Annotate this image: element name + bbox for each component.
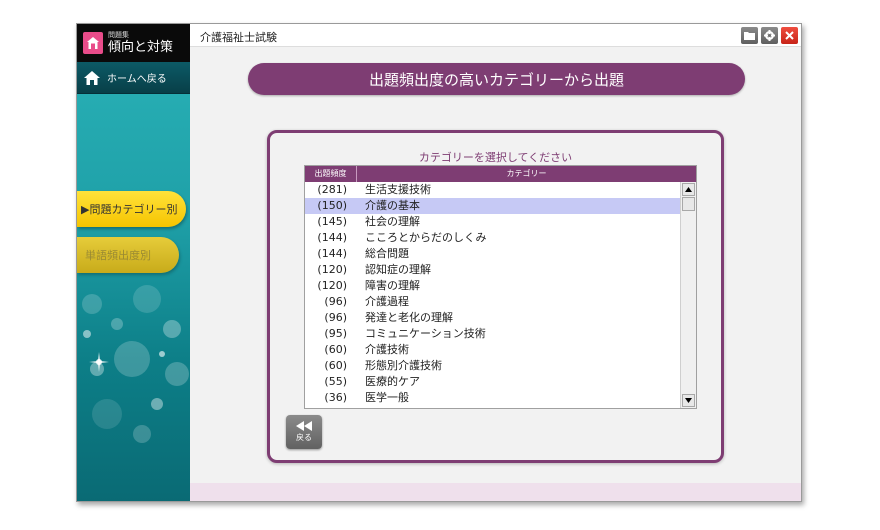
home-icon xyxy=(84,70,100,85)
list-item-category: 形態別介護技術 xyxy=(365,359,442,372)
app-logo: 問題集 傾向と対策 xyxy=(77,24,190,62)
list-item[interactable]: (96) 発達と老化の理解 xyxy=(305,310,681,326)
list-item-category: 認知症の理解 xyxy=(365,263,431,276)
bottom-strip xyxy=(190,483,801,501)
category-panel: カテゴリーを選択してください 出題頻度 カテゴリー (281) 生活支援技術 (15… xyxy=(267,130,724,463)
list-item-category: 総合問題 xyxy=(365,247,409,260)
list-item-frequency: (60) xyxy=(324,343,347,356)
list-item-frequency: (96) xyxy=(324,311,347,324)
list-item-frequency: (60) xyxy=(324,359,347,372)
list-item[interactable]: (60) 介護技術 xyxy=(305,342,681,358)
nav-category-button[interactable]: ▶問題カテゴリー別 xyxy=(77,191,186,227)
list-item[interactable]: (36) 医学一般 xyxy=(305,390,681,406)
logo-subtitle: 問題集 xyxy=(108,31,129,39)
list-item[interactable]: (144) こころとからだのしくみ xyxy=(305,230,681,246)
panel-title: カテゴリーを選択してください xyxy=(418,151,573,164)
list-item[interactable]: (144) 総合問題 xyxy=(305,246,681,262)
list-item-frequency: (96) xyxy=(324,295,347,308)
rewind-icon xyxy=(296,421,312,431)
list-item[interactable]: (150) 介護の基本 xyxy=(305,198,681,214)
logo-title: 傾向と対策 xyxy=(108,40,174,55)
list-item[interactable]: (281) 生活支援技術 xyxy=(305,182,681,198)
list-item-category: 社会の理解 xyxy=(365,215,420,228)
column-header-category[interactable]: カテゴリー xyxy=(357,166,696,182)
gear-icon xyxy=(764,30,775,41)
list-item[interactable]: (96) 介護過程 xyxy=(305,294,681,310)
title-bar: 介護福祉士試験 xyxy=(190,24,801,47)
list-item-frequency: (144) xyxy=(317,247,347,260)
list-item-frequency: (120) xyxy=(317,263,347,276)
list-item-category: 医療的ケア xyxy=(365,375,420,388)
list-item-frequency: (120) xyxy=(317,279,347,292)
scroll-thumb[interactable] xyxy=(682,197,695,211)
list-item-frequency: (144) xyxy=(317,231,347,244)
house-icon xyxy=(83,32,103,54)
home-button[interactable]: ホームへ戻る xyxy=(77,62,190,94)
settings-button[interactable] xyxy=(761,27,778,44)
list-item[interactable]: (55) 医療的ケア xyxy=(305,374,681,390)
list-item-category: コミュニケーション技術 xyxy=(365,327,486,340)
nav-word-frequency-button[interactable]: 単語頻出度別 xyxy=(77,237,179,273)
list-item[interactable]: (120) 障害の理解 xyxy=(305,278,681,294)
folder-icon xyxy=(744,32,755,40)
list-item-category: 介護の基本 xyxy=(365,199,420,212)
back-button[interactable]: 戻る xyxy=(286,415,322,449)
list-item[interactable]: (145) 社会の理解 xyxy=(305,214,681,230)
home-button-label: ホームへ戻る xyxy=(107,74,167,85)
list-item-category: 介護技術 xyxy=(365,343,409,356)
list-item-category: こころとからだのしくみ xyxy=(365,231,487,244)
scroll-up-button[interactable] xyxy=(682,183,695,196)
list-item[interactable]: (60) 形態別介護技術 xyxy=(305,358,681,374)
list-scrollbar[interactable] xyxy=(680,182,696,408)
list-item-category: 障害の理解 xyxy=(365,279,420,292)
list-item-frequency: (145) xyxy=(317,215,347,228)
list-item-category: 医学一般 xyxy=(365,391,409,404)
list-item[interactable]: (120) 認知症の理解 xyxy=(305,262,681,278)
window-title: 介護福祉士試験 xyxy=(200,31,277,44)
folder-button[interactable] xyxy=(741,27,758,44)
close-icon xyxy=(785,31,794,40)
decorative-bokeh xyxy=(82,285,189,443)
arrow-up-icon xyxy=(685,187,692,192)
back-button-label: 戻る xyxy=(296,433,312,442)
list-item-frequency: (36) xyxy=(324,391,347,404)
category-list[interactable]: 出題頻度 カテゴリー (281) 生活支援技術 (150) 介護の基本 (145) 社会の… xyxy=(304,165,697,409)
scroll-down-button[interactable] xyxy=(682,394,695,407)
page-title: 出題頻出度の高いカテゴリーから出題 xyxy=(248,63,745,95)
sidebar: 問題集 傾向と対策 ホームへ戻る ▶問題カテゴリー別 単語頻出度別 xyxy=(77,24,190,501)
column-header-frequency[interactable]: 出題頻度 xyxy=(305,166,357,182)
list-item[interactable]: (95) コミュニケーション技術 xyxy=(305,326,681,342)
arrow-down-icon xyxy=(685,398,692,403)
list-item-frequency: (55) xyxy=(324,375,347,388)
list-item-frequency: (281) xyxy=(317,183,347,196)
list-rows: (281) 生活支援技術 (150) 介護の基本 (145) 社会の理解 (144) こころと… xyxy=(305,182,681,408)
close-button[interactable] xyxy=(781,27,798,44)
list-item-category: 生活支援技術 xyxy=(365,183,431,196)
list-item-category: 介護過程 xyxy=(365,295,409,308)
list-header: 出題頻度 カテゴリー xyxy=(305,166,696,182)
list-item-frequency: (95) xyxy=(324,327,347,340)
list-item-frequency: (150) xyxy=(317,199,347,212)
app-window: 問題集 傾向と対策 ホームへ戻る ▶問題カテゴリー別 単語頻出度別 介護福祉士試… xyxy=(76,23,802,502)
list-item-category: 発達と老化の理解 xyxy=(365,311,453,324)
